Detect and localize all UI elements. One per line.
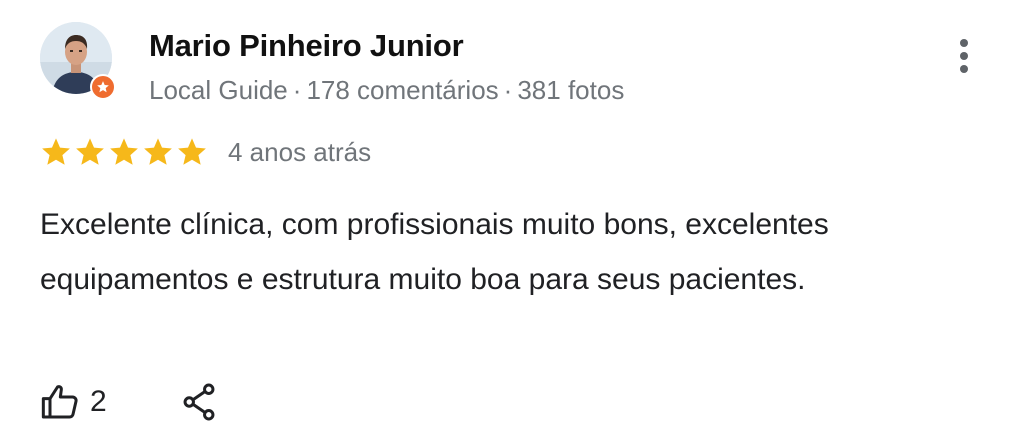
reviewer-meta[interactable]: Local Guide · 178 comentários · 381 fotos (149, 75, 624, 106)
star-icon (144, 138, 172, 165)
star-icon (42, 138, 70, 165)
reviews-count: 178 comentários (306, 75, 499, 105)
star-icon (76, 138, 104, 165)
like-button[interactable]: 2 (40, 382, 107, 422)
review-card: Mario Pinheiro Junior Local Guide · 178 co… (0, 0, 1024, 430)
star-badge-icon (97, 81, 109, 93)
star-rating (40, 136, 208, 168)
review-actions: 2 (40, 372, 217, 432)
more-vert-icon (960, 65, 968, 73)
review-text: Excelente clínica, com profissionais mui… (40, 208, 829, 296)
more-vert-icon (960, 52, 968, 60)
star-icon (178, 138, 206, 165)
rating-row: 4 anos atrás (40, 132, 371, 172)
local-guide-label: Local Guide (149, 75, 288, 105)
photos-count: 381 fotos (517, 75, 625, 105)
more-vert-icon (960, 39, 968, 47)
share-button[interactable] (181, 382, 217, 422)
meta-separator: · (503, 75, 513, 105)
local-guide-badge-icon (90, 74, 116, 100)
share-icon (183, 383, 215, 421)
like-count: 2 (90, 385, 107, 418)
star-icon (110, 138, 138, 165)
meta-separator: · (292, 75, 302, 105)
avatar-wrap[interactable] (40, 22, 118, 100)
thumbs-up-icon (41, 385, 78, 419)
more-options-button[interactable] (946, 34, 982, 78)
reviewer-name[interactable]: Mario Pinheiro Junior (149, 28, 464, 64)
review-date: 4 anos atrás (228, 136, 372, 167)
